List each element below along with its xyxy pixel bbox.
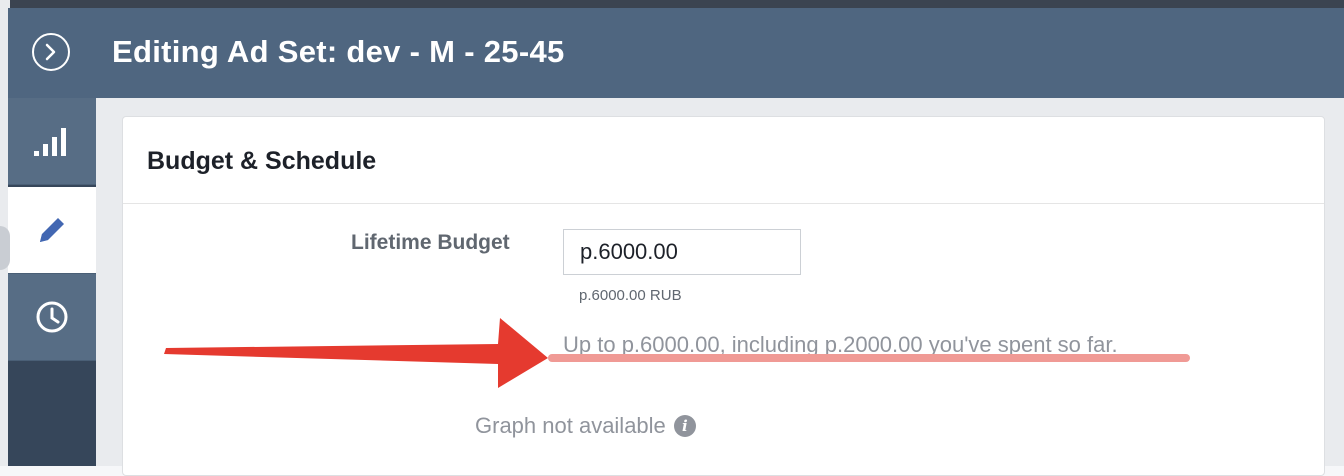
sidebar-item-insights[interactable]: [8, 98, 96, 185]
lifetime-budget-input[interactable]: [563, 229, 801, 275]
currency-note: p.6000.00 RUB: [579, 287, 682, 304]
lifetime-budget-label: Lifetime Budget: [351, 231, 510, 254]
section-divider: [123, 203, 1324, 204]
editor-header: Editing Ad Set: dev - M - 25-45: [8, 8, 1344, 98]
sidebar-item-history[interactable]: [8, 274, 96, 361]
clock-icon: [36, 301, 68, 333]
sidebar-item-edit[interactable]: [8, 187, 96, 274]
collapse-panel-button[interactable]: [32, 33, 70, 71]
section-title: Budget & Schedule: [147, 147, 377, 175]
graph-availability: Graph not available i: [475, 413, 696, 439]
graph-note-text: Graph not available: [475, 413, 666, 438]
editor-sidebar: [8, 98, 96, 466]
window-top-edge: [0, 0, 1344, 8]
background-slider-handle: [0, 226, 10, 270]
pencil-icon: [40, 218, 64, 242]
budget-schedule-card: Budget & Schedule Lifetime Budget p.6000…: [122, 116, 1325, 476]
chevron-right-circle-icon: [45, 43, 56, 61]
spend-note: Up to p.6000.00, including p.2000.00 you…: [563, 332, 1118, 357]
page-title: Editing Ad Set: dev - M - 25-45: [112, 34, 565, 69]
info-icon[interactable]: i: [673, 415, 696, 437]
bar-chart-icon: [34, 128, 66, 156]
